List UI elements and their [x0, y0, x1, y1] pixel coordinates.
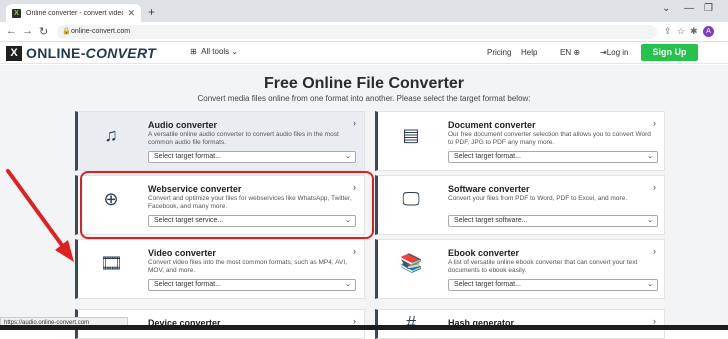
taskbar-strip	[0, 325, 728, 330]
annotation-arrow-icon	[6, 169, 74, 262]
